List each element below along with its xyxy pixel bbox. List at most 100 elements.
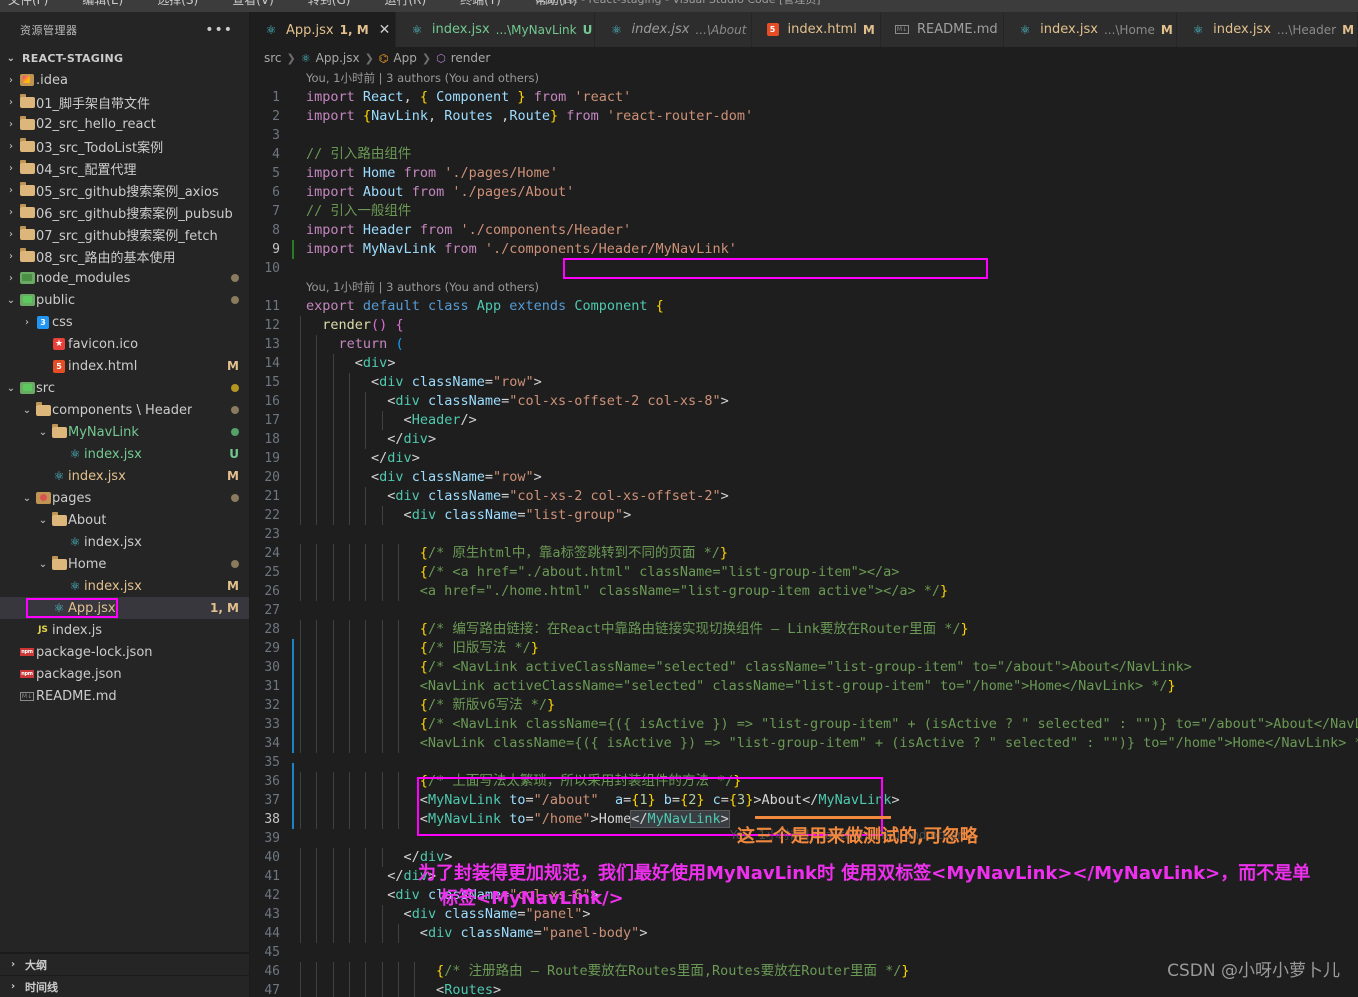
editor-tab-index-jsx-header[interactable]: ⚛ index.jsx ...\Header M bbox=[1177, 12, 1358, 47]
tree-item-favicon.ico[interactable]: ★ favicon.ico bbox=[0, 333, 249, 355]
breadcrumb-item-src[interactable]: src bbox=[264, 51, 282, 65]
code-lens[interactable]: You, 1小时前 | 3 authors (You and others) bbox=[250, 278, 1358, 297]
code-line[interactable]: 21 <div className="col-xs-2 col-xs-offse… bbox=[250, 487, 1358, 506]
tree-item-package.json[interactable]: npm package.json bbox=[0, 663, 249, 685]
tree-item-index.jsx[interactable]: ⚛ index.jsx bbox=[0, 531, 249, 553]
code-line[interactable]: 33 {/* <NavLink className={({ isActive }… bbox=[250, 715, 1358, 734]
code-line[interactable]: 13 return ( bbox=[250, 335, 1358, 354]
tree-item-index.jsx[interactable]: ⚛ index.jsx M bbox=[0, 575, 249, 597]
editor-tab-readme-md[interactable]: M↓ README.md bbox=[881, 12, 1005, 47]
editor-tab-index-jsx-about[interactable]: ⚛ index.jsx ...\About bbox=[595, 12, 752, 47]
code-line[interactable]: 28 {/* 编写路由链接：在React中靠路由链接实现切换组件 — Link要… bbox=[250, 620, 1358, 639]
tree-item-app.jsx[interactable]: ⚛ App.jsx 1, M bbox=[0, 597, 249, 619]
chevron-down-icon[interactable]: ⌄ bbox=[36, 515, 50, 526]
code-line[interactable]: 35 bbox=[250, 753, 1358, 782]
chevron-right-icon[interactable]: › bbox=[6, 981, 20, 992]
editor-tab-index-jsx-mynavlink[interactable]: ⚛ index.jsx ...\MyNavLink U bbox=[395, 12, 596, 47]
tree-item-components\header[interactable]: ⌄ components \ Header bbox=[0, 399, 249, 421]
tree-item-pages[interactable]: ⌄ pages bbox=[0, 487, 249, 509]
file-tree[interactable]: › .idea › 01_脚手架自带文件 › 02_src_hello_react › 03_… bbox=[0, 69, 249, 952]
code-line[interactable]: 30 {/* <NavLink activeClassName="selecte… bbox=[250, 658, 1358, 677]
tree-item-package-lock.json[interactable]: npm package-lock.json bbox=[0, 641, 249, 663]
code-line[interactable]: 29 {/* 旧版写法 */} bbox=[250, 639, 1358, 658]
menu-item-run[interactable]: 运行(R) bbox=[384, 0, 426, 8]
workspace-root-row[interactable]: ⌄ REACT-STAGING bbox=[0, 47, 249, 69]
tree-item-02_src_hello_react[interactable]: › 02_src_hello_react bbox=[0, 113, 249, 135]
code-line[interactable]: 18 </div> bbox=[250, 430, 1358, 449]
code-line[interactable]: 23 bbox=[250, 525, 1358, 544]
code-line[interactable]: 25 {/* <a href="./about.html" className=… bbox=[250, 563, 1358, 582]
code-line[interactable]: 7 // 引入一般组件 bbox=[250, 202, 1358, 221]
chevron-right-icon[interactable]: › bbox=[4, 273, 18, 284]
menu-item-terminal[interactable]: 终端(T) bbox=[460, 0, 501, 8]
chevron-down-icon[interactable]: ⌄ bbox=[20, 405, 34, 416]
chevron-right-icon[interactable]: › bbox=[6, 959, 20, 970]
chevron-down-icon[interactable]: ⌄ bbox=[36, 427, 50, 438]
chevron-right-icon[interactable]: › bbox=[4, 207, 18, 218]
code-line[interactable]: 37 <MyNavLink to="/about" a={1} b={2} c=… bbox=[250, 791, 1358, 810]
menu-item-selection[interactable]: 选择(S) bbox=[157, 0, 198, 8]
tree-item-index.jsx[interactable]: ⚛ index.jsx M bbox=[0, 465, 249, 487]
tree-item-06_src_github_pubsub[interactable]: › 06_src_github搜索案例_pubsub bbox=[0, 201, 249, 223]
tree-item-index.jsx[interactable]: ⚛ index.jsx U bbox=[0, 443, 249, 465]
code-line[interactable]: 20 <div className="row"> bbox=[250, 468, 1358, 487]
chevron-right-icon[interactable]: › bbox=[4, 163, 18, 174]
tree-item-05_src_github_axios[interactable]: › 05_src_github搜索案例_axios bbox=[0, 179, 249, 201]
code-line[interactable]: 14 <div> bbox=[250, 354, 1358, 373]
code-line[interactable]: 19 </div> bbox=[250, 449, 1358, 468]
tree-item-.idea[interactable]: › .idea bbox=[0, 69, 249, 91]
tree-item-03_src_todolist[interactable]: › 03_src_TodoList案例 bbox=[0, 135, 249, 157]
more-actions-icon[interactable]: ••• bbox=[205, 22, 233, 38]
breadcrumb-item-class[interactable]: App bbox=[393, 51, 416, 65]
code-line[interactable]: 34 <NavLink className={({ isActive }) =>… bbox=[250, 734, 1358, 753]
code-line[interactable]: 27 bbox=[250, 601, 1358, 620]
code-line[interactable]: 11 export default class App extends Compo… bbox=[250, 297, 1358, 316]
tree-item-index.html[interactable]: 5 index.html M bbox=[0, 355, 249, 377]
code-line[interactable]: 17 <Header/> bbox=[250, 411, 1358, 430]
chevron-right-icon[interactable]: › bbox=[4, 141, 18, 152]
tree-item-mynavlink[interactable]: ⌄ MyNavLink bbox=[0, 421, 249, 443]
menu-item-edit[interactable]: 编辑(E) bbox=[82, 0, 123, 8]
code-line[interactable]: 31 <NavLink activeClassName="selected" c… bbox=[250, 677, 1358, 696]
code-editor[interactable]: You, 1小时前 | 3 authors (You and others) 1 i… bbox=[250, 69, 1358, 997]
tree-item-home[interactable]: ⌄ Home bbox=[0, 553, 249, 575]
chevron-right-icon[interactable]: › bbox=[4, 97, 18, 108]
code-line[interactable]: 22 <div className="list-group"> bbox=[250, 506, 1358, 525]
code-line[interactable]: 36 {/* 上面写法太繁琐，所以采用封装组件的方法 */} bbox=[250, 772, 1358, 791]
code-line[interactable]: 43 <div className="panel"> bbox=[250, 905, 1358, 924]
chevron-right-icon[interactable]: › bbox=[4, 185, 18, 196]
chevron-right-icon[interactable]: › bbox=[20, 317, 34, 328]
code-line[interactable]: 44 <div className="panel-body"> bbox=[250, 924, 1358, 943]
tree-item-about[interactable]: ⌄ About bbox=[0, 509, 249, 531]
code-line[interactable]: 26 <a href="./home.html" className="list… bbox=[250, 582, 1358, 601]
tree-item-public[interactable]: ⌄ public bbox=[0, 289, 249, 311]
menu-item-file[interactable]: 文件(F) bbox=[8, 0, 48, 8]
timeline-panel-header[interactable]: › 时间线 bbox=[0, 975, 249, 997]
code-line[interactable]: 9 import MyNavLink from './components/Hea… bbox=[250, 240, 1358, 259]
code-line[interactable]: 16 <div className="col-xs-offset-2 col-x… bbox=[250, 392, 1358, 411]
code-line[interactable]: 3 bbox=[250, 126, 1358, 145]
tree-item-index.js[interactable]: JS index.js bbox=[0, 619, 249, 641]
editor-tab-index-html[interactable]: 5 index.html M bbox=[751, 12, 881, 47]
code-line[interactable]: 15 <div className="row"> bbox=[250, 373, 1358, 392]
editor-tab-index-jsx-home[interactable]: ⚛ index.jsx ...\Home M bbox=[1004, 12, 1178, 47]
code-line[interactable]: 4 // 引入路由组件 bbox=[250, 145, 1358, 164]
tree-item-04_src_[interactable]: › 04_src_配置代理 bbox=[0, 157, 249, 179]
breadcrumb-item-file[interactable]: App.jsx bbox=[316, 51, 360, 65]
close-icon[interactable]: ✕ bbox=[379, 23, 391, 37]
menu-bar[interactable]: 文件(F) 编辑(E) 选择(S) 查看(V) 转到(G) 运行(R) 终端(T… bbox=[8, 0, 577, 8]
tree-item-01_[interactable]: › 01_脚手架自带文件 bbox=[0, 91, 249, 113]
tree-item-readme.md[interactable]: M↓ README.md bbox=[0, 685, 249, 707]
chevron-down-icon[interactable]: ⌄ bbox=[20, 493, 34, 504]
code-line[interactable]: 42 <div className="col-xs-6"> bbox=[250, 886, 1358, 905]
code-line[interactable]: 47 <Routes> bbox=[250, 981, 1358, 997]
tree-item-node_modules[interactable]: › node_modules bbox=[0, 267, 249, 289]
code-line[interactable]: 6 import About from './pages/About' bbox=[250, 183, 1358, 202]
chevron-right-icon[interactable]: › bbox=[4, 119, 18, 130]
code-line[interactable]: 2 import {NavLink, Routes ,Route} from 'r… bbox=[250, 107, 1358, 126]
code-line[interactable]: 10 bbox=[250, 259, 1358, 278]
menu-item-goto[interactable]: 转到(G) bbox=[308, 0, 351, 8]
code-line[interactable]: 24 {/* 原生html中，靠a标签跳转到不同的页面 */} bbox=[250, 544, 1358, 563]
breadcrumb[interactable]: src ❯ ⚛ App.jsx ❯ ⌬ App ❯ ⬡ render bbox=[250, 47, 1358, 69]
chevron-down-icon[interactable]: ⌄ bbox=[4, 295, 18, 306]
